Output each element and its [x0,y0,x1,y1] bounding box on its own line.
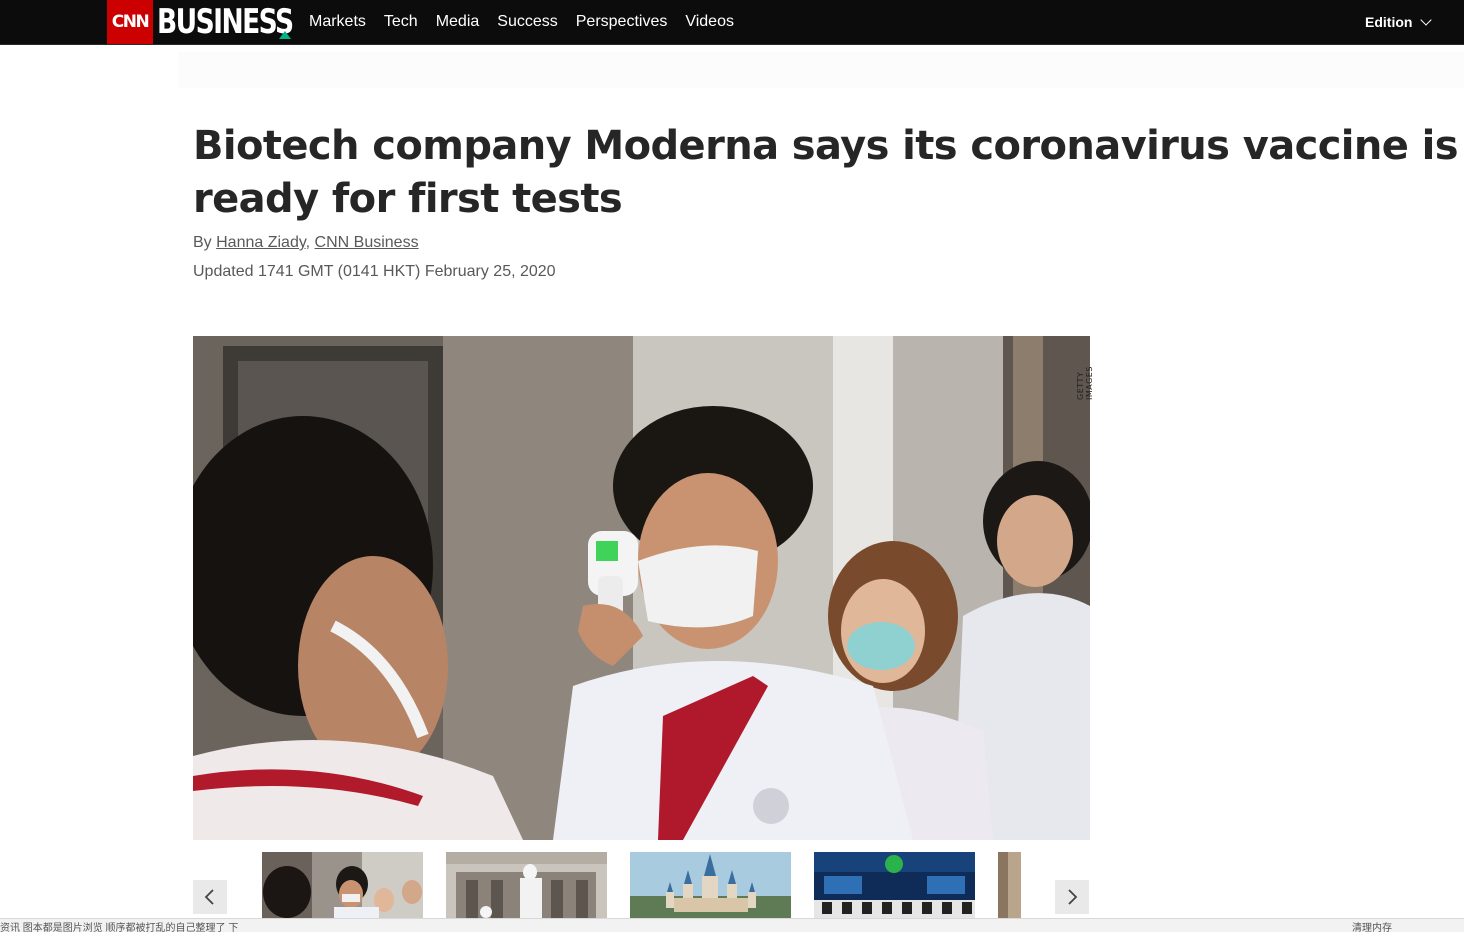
top-navigation-bar: CNN BUSINESS Markets Tech Media Success … [0,0,1464,45]
thumbnail-image [262,852,423,918]
photo-credit: GETTY IMAGES [1076,366,1094,400]
nav-link-perspectives[interactable]: Perspectives [576,13,668,31]
gallery-thumbnail-1[interactable] [262,852,423,918]
byline-separator: , [305,234,315,251]
thumbnail-image [998,852,1021,918]
chevron-right-icon [1068,889,1078,905]
nav-link-tech[interactable]: Tech [384,13,418,31]
nav-link-videos[interactable]: Videos [685,13,734,31]
cnn-logo[interactable]: CNN [107,0,153,44]
edition-label: Edition [1365,14,1413,30]
article-headline: Biotech company Moderna says its coronav… [193,123,1459,222]
thumbnail-image [814,852,975,918]
gallery-prev-button[interactable] [193,880,227,914]
nav-link-media[interactable]: Media [436,13,480,31]
chevron-down-icon [1420,14,1433,26]
status-right-text[interactable]: 清理内存 [1352,919,1392,932]
thumbnail-image [630,852,791,918]
byline-prefix: By [193,234,212,251]
hero-photo [193,336,1090,840]
status-left-text: 资讯 图本都是图片浏览 顺序都被打乱的自己整理了 下 [0,923,239,932]
thumbnail-image [446,852,607,918]
nav-link-markets[interactable]: Markets [309,13,366,31]
chevron-left-icon [204,889,214,905]
outlet-link[interactable]: CNN Business [315,234,419,251]
gallery-thumbnail-3[interactable] [630,852,791,918]
browser-status-bar: 资讯 图本都是图片浏览 顺序都被打乱的自己整理了 下 清理内存 [0,918,1464,932]
nav-link-success[interactable]: Success [497,13,557,31]
hero-image[interactable] [193,336,1090,840]
business-logo-triangle-icon [279,31,291,39]
business-logo[interactable]: BUSINESS [157,1,294,43]
edition-menu[interactable]: Edition [1365,0,1433,44]
byline: By Hanna Ziady, CNN Business [193,234,419,252]
gallery-thumbnail-2[interactable] [446,852,607,918]
updated-timestamp: Updated 1741 GMT (0141 HKT) February 25,… [193,263,556,280]
gallery-thumbnail-5[interactable] [998,852,1021,918]
ad-placeholder [178,52,1464,88]
gallery-thumbnail-4[interactable] [814,852,975,918]
gallery-next-button[interactable] [1055,880,1089,914]
section-nav: Markets Tech Media Success Perspectives … [309,0,752,44]
author-link[interactable]: Hanna Ziady [216,234,306,251]
